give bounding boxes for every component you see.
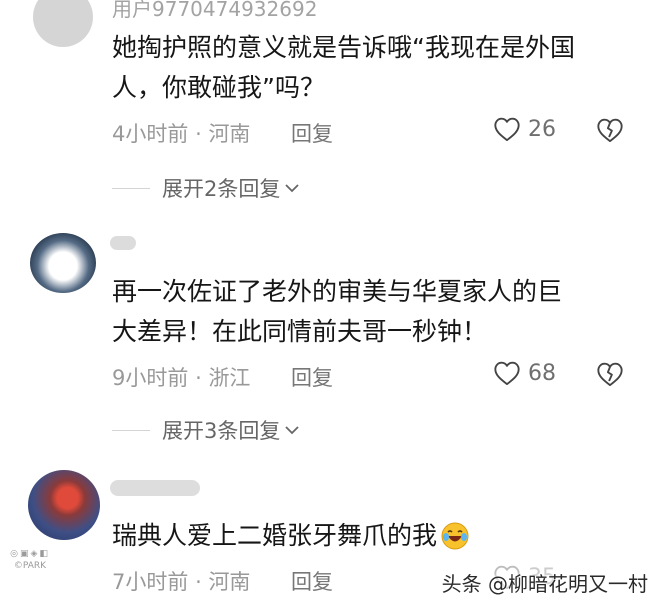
comment-time: 7小时前 bbox=[112, 570, 189, 594]
heart-icon bbox=[493, 116, 521, 142]
meta-separator: · bbox=[195, 366, 202, 390]
divider bbox=[112, 187, 150, 189]
corner-watermark-glyphs: ◎▣◈◧ bbox=[10, 549, 50, 559]
chevron-down-icon bbox=[284, 182, 300, 194]
divider bbox=[112, 429, 150, 431]
like-count: 68 bbox=[528, 360, 556, 386]
comment-location: 浙江 bbox=[208, 366, 251, 390]
meta-separator: · bbox=[195, 570, 202, 594]
comment-text: 她掏护照的意义就是告诉哦“我现在是外国 bbox=[112, 33, 575, 62]
heart-icon bbox=[493, 360, 521, 386]
chevron-down-icon bbox=[284, 424, 300, 436]
like-button[interactable]: 26 bbox=[493, 116, 556, 142]
avatar[interactable] bbox=[28, 470, 100, 540]
reply-button[interactable]: 回复 bbox=[291, 566, 333, 596]
avatar[interactable] bbox=[30, 233, 96, 293]
expand-replies-label: 展开2条回复 bbox=[162, 177, 281, 201]
laughing-emoji-icon bbox=[440, 521, 470, 551]
comment-text: 大差异！在此同情前夫哥一秒钟！ bbox=[112, 317, 488, 346]
comment-location: 河南 bbox=[208, 122, 251, 146]
corner-watermark-text: ©PARK bbox=[13, 561, 47, 571]
meta-separator: · bbox=[195, 122, 202, 146]
broken-heart-icon bbox=[596, 117, 624, 143]
broken-heart-icon bbox=[596, 361, 624, 387]
reply-button[interactable]: 回复 bbox=[291, 362, 333, 392]
like-count: 26 bbox=[528, 116, 556, 142]
comment-text-content: 瑞典人爱上二婚张牙舞爪的我 bbox=[112, 521, 438, 550]
like-button[interactable]: 68 bbox=[493, 360, 556, 386]
avatar[interactable] bbox=[33, 0, 93, 47]
comment-text: 再一次佐证了老外的审美与华夏家人的巨 bbox=[112, 277, 563, 306]
comment-text: 瑞典人爱上二婚张牙舞爪的我 bbox=[112, 516, 470, 556]
expand-replies[interactable]: 展开2条回复 bbox=[112, 173, 300, 203]
expand-replies[interactable]: 展开3条回复 bbox=[112, 415, 300, 445]
reply-button[interactable]: 回复 bbox=[291, 118, 333, 148]
comment-text: 人，你敢碰我”吗？ bbox=[112, 73, 325, 102]
comment-time: 9小时前 bbox=[112, 366, 189, 390]
corner-watermark: ◎▣◈◧ ©PARK bbox=[4, 548, 56, 572]
dislike-button[interactable] bbox=[596, 361, 624, 387]
comment-meta: 4小时前 · 河南 bbox=[112, 118, 250, 148]
comment-location: 河南 bbox=[208, 570, 251, 594]
username-blurred[interactable] bbox=[110, 236, 136, 250]
comment-meta: 7小时前 · 河南 bbox=[112, 566, 250, 596]
comment-time: 4小时前 bbox=[112, 122, 189, 146]
comment-username[interactable]: 用户97704749326​92 bbox=[112, 0, 317, 22]
expand-replies-label: 展开3条回复 bbox=[162, 419, 281, 443]
dislike-button[interactable] bbox=[596, 117, 624, 143]
watermark: 头条 @柳暗花明又一村 bbox=[441, 572, 648, 596]
username-blurred[interactable] bbox=[110, 480, 200, 496]
comment-meta: 9小时前 · 浙江 bbox=[112, 362, 250, 392]
